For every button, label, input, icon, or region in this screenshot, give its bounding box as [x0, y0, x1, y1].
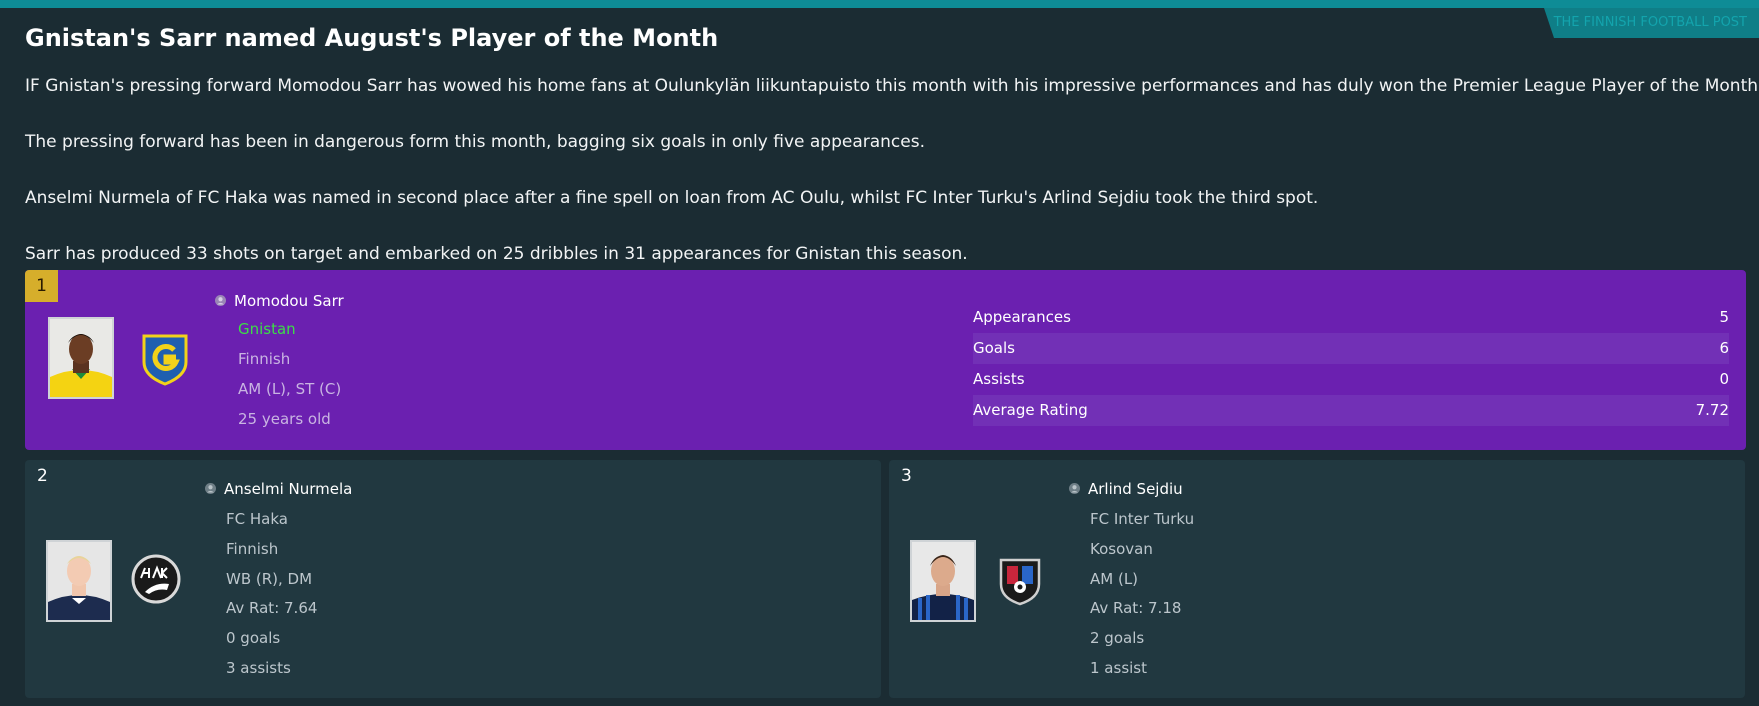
- player-name-row[interactable]: Anselmi Nurmela: [205, 480, 352, 498]
- player-photo-sejdiu[interactable]: [910, 540, 976, 622]
- stat-value: 5: [1719, 308, 1729, 326]
- player-name-row[interactable]: Momodou Sarr: [215, 292, 344, 310]
- stat-label: Goals: [973, 339, 1015, 357]
- player-name-row[interactable]: Arlind Sejdiu: [1069, 480, 1183, 498]
- person-icon: [205, 483, 216, 494]
- player-club[interactable]: FC Inter Turku: [1090, 510, 1194, 528]
- player-name[interactable]: Momodou Sarr: [234, 292, 344, 310]
- player-position: AM (L), ST (C): [238, 380, 342, 398]
- rank-number: 3: [901, 466, 912, 486]
- player-photo-sarr[interactable]: [48, 317, 114, 399]
- paragraph-4: Sarr has produced 33 shots on target and…: [25, 244, 968, 264]
- winner-stats-table: Appearances 5 Goals 6 Assists 0 Average …: [973, 302, 1729, 426]
- player-assists: 3 assists: [226, 659, 291, 677]
- player-club[interactable]: Gnistan: [238, 320, 296, 338]
- player-nationality: Kosovan: [1090, 540, 1153, 558]
- news-source-tag[interactable]: THE FINNISH FOOTBALL POST: [1544, 8, 1759, 38]
- player-photo-nurmela[interactable]: [46, 540, 112, 622]
- player-nationality: Finnish: [226, 540, 279, 558]
- rank-badge: 1: [25, 270, 58, 302]
- paragraph-2: The pressing forward has been in dangero…: [25, 132, 925, 152]
- player-name[interactable]: Anselmi Nurmela: [224, 480, 352, 498]
- runner-up-card-3[interactable]: 3 Arlind Sejdiu FC Inter Turku Kosovan A…: [889, 460, 1745, 698]
- paragraph-1: IF Gnistan's pressing forward Momodou Sa…: [25, 76, 1759, 96]
- stat-row-average-rating: Average Rating 7.72: [973, 395, 1729, 426]
- player-goals: 2 goals: [1090, 629, 1145, 647]
- stat-row-goals: Goals 6: [973, 333, 1729, 364]
- player-assists: 1 assist: [1090, 659, 1147, 677]
- stat-label: Average Rating: [973, 401, 1088, 419]
- player-club[interactable]: FC Haka: [226, 510, 288, 528]
- player-rating: Av Rat: 7.64: [226, 599, 318, 617]
- person-icon: [1069, 483, 1080, 494]
- runner-up-card-2[interactable]: 2 Anselmi Nurmela FC Haka Finnish WB (R)…: [25, 460, 881, 698]
- winner-card[interactable]: 1 Momodou Sarr Gnistan Finnish AM (L), S…: [25, 270, 1746, 450]
- stat-row-appearances: Appearances 5: [973, 302, 1729, 333]
- top-accent-bar: [0, 0, 1759, 8]
- stat-value: 0: [1719, 370, 1729, 388]
- stat-value: 7.72: [1695, 401, 1729, 419]
- stat-label: Assists: [973, 370, 1025, 388]
- news-headline: Gnistan's Sarr named August's Player of …: [25, 24, 719, 52]
- rank-number: 2: [37, 466, 48, 486]
- player-goals: 0 goals: [226, 629, 281, 647]
- paragraph-3: Anselmi Nurmela of FC Haka was named in …: [25, 188, 1319, 208]
- player-nationality: Finnish: [238, 350, 291, 368]
- stat-row-assists: Assists 0: [973, 364, 1729, 395]
- stat-label: Appearances: [973, 308, 1071, 326]
- haka-crest-icon: [131, 554, 181, 608]
- player-position: AM (L): [1090, 570, 1139, 588]
- player-name[interactable]: Arlind Sejdiu: [1088, 480, 1183, 498]
- player-position: WB (R), DM: [226, 570, 313, 588]
- stat-value: 6: [1719, 339, 1729, 357]
- player-rating: Av Rat: 7.18: [1090, 599, 1182, 617]
- person-icon: [215, 295, 226, 306]
- gnistan-crest-icon: [140, 332, 190, 390]
- player-age: 25 years old: [238, 410, 331, 428]
- inter-turku-crest-icon: [997, 554, 1043, 610]
